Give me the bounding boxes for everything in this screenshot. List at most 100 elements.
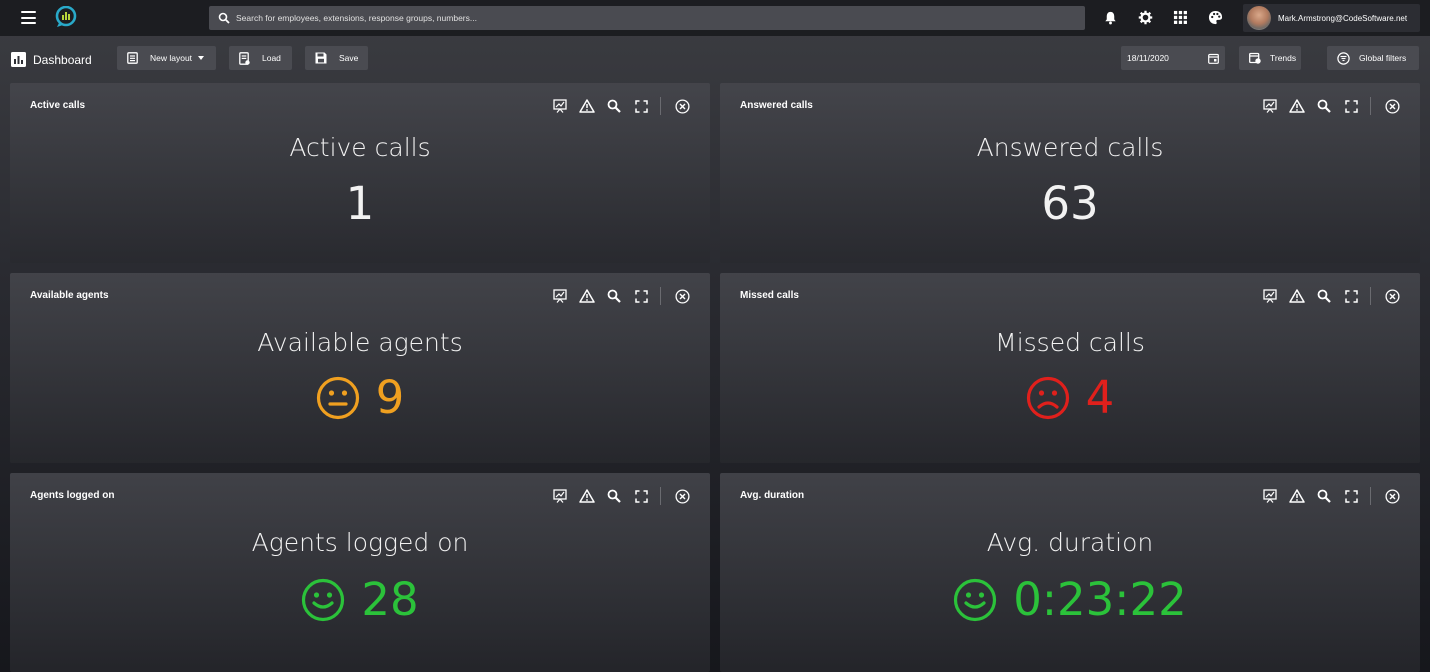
kpi-widget: Avg. duration Avg. duration 0:23:22 [720, 473, 1420, 672]
happy-face-icon [954, 578, 997, 621]
divider [1370, 487, 1371, 505]
load-label: Load [262, 53, 281, 63]
widget-actions [1251, 287, 1400, 305]
close-icon[interactable] [674, 98, 690, 114]
warning-icon[interactable] [1289, 98, 1305, 114]
new-layout-label: New layout [150, 53, 193, 63]
kpi-widget: Answered calls Answered calls 63 [720, 83, 1420, 263]
widget-value-row: 63 [720, 177, 1420, 230]
close-icon[interactable] [674, 288, 690, 304]
kpi-widget: Missed calls Missed calls 4 [720, 273, 1420, 463]
calendar-icon[interactable] [1208, 53, 1219, 64]
user-email: Mark.Armstrong@CodeSoftware.net [1278, 13, 1408, 23]
new-layout-button[interactable]: New layout [117, 46, 216, 70]
warning-icon[interactable] [579, 288, 595, 304]
widget-title: Agents logged on [251, 528, 469, 557]
apps-grid-icon[interactable] [1173, 10, 1188, 25]
widget-header: Answered calls [740, 100, 813, 111]
warning-icon[interactable] [579, 488, 595, 504]
close-icon[interactable] [674, 488, 690, 504]
widget-value: 9 [375, 371, 405, 424]
widget-value-row: 0:23:22 [720, 573, 1420, 626]
widget-value: 1 [345, 177, 375, 230]
widget-value-row: 4 [720, 371, 1420, 424]
date-field[interactable] [1127, 53, 1197, 63]
chart-settings-icon[interactable] [552, 288, 568, 304]
happy-face-icon [302, 578, 345, 621]
chart-settings-icon[interactable] [552, 98, 568, 114]
avatar [1247, 6, 1271, 30]
widget-actions [541, 287, 690, 305]
top-bar: Mark.Armstrong@CodeSoftware.net [0, 0, 1430, 36]
app-logo-icon[interactable] [55, 6, 77, 28]
chart-settings-icon[interactable] [552, 488, 568, 504]
close-icon[interactable] [1384, 98, 1400, 114]
widget-header: Missed calls [740, 290, 799, 301]
trends-label: Trends [1270, 53, 1297, 63]
trends-calendar-icon [1249, 52, 1261, 64]
trends-button[interactable]: Trends [1239, 46, 1301, 70]
divider [1370, 97, 1371, 115]
widget-title: Answered calls [976, 133, 1164, 162]
page-title: Dashboard [11, 52, 92, 67]
divider [660, 97, 661, 115]
sad-face-icon [1026, 376, 1069, 419]
layout-icon [127, 52, 138, 64]
search-icon[interactable] [606, 98, 622, 114]
warning-icon[interactable] [579, 98, 595, 114]
widget-actions [541, 97, 690, 115]
gear-icon[interactable] [1138, 10, 1153, 25]
fullscreen-icon[interactable] [1343, 98, 1359, 114]
date-picker[interactable] [1121, 46, 1225, 70]
widget-title: Active calls [289, 133, 431, 162]
fullscreen-icon[interactable] [633, 288, 649, 304]
search-input[interactable] [236, 13, 1056, 23]
widget-value: 28 [361, 573, 419, 626]
global-filters-label: Global filters [1359, 53, 1407, 63]
close-icon[interactable] [1384, 488, 1400, 504]
widget-value-row: 28 [10, 573, 710, 626]
search-icon[interactable] [1316, 288, 1332, 304]
widget-value: 4 [1085, 371, 1115, 424]
chart-settings-icon[interactable] [1262, 488, 1278, 504]
widget-header: Active calls [30, 100, 86, 111]
chevron-down-icon [198, 56, 205, 60]
kpi-widget: Available agents Available agents 9 [10, 273, 710, 463]
fullscreen-icon[interactable] [1343, 488, 1359, 504]
fullscreen-icon[interactable] [633, 98, 649, 114]
widget-value-row: 1 [10, 177, 710, 230]
warning-icon[interactable] [1289, 288, 1305, 304]
close-icon[interactable] [1384, 288, 1400, 304]
palette-icon[interactable] [1208, 10, 1223, 25]
search-icon[interactable] [1316, 488, 1332, 504]
save-button[interactable]: Save [305, 46, 368, 70]
page-title-label: Dashboard [33, 52, 92, 67]
widget-value-row: 9 [10, 371, 710, 424]
widget-header: Avg. duration [740, 490, 805, 501]
divider [1370, 287, 1371, 305]
search-icon[interactable] [1316, 98, 1332, 114]
global-filters-button[interactable]: Global filters [1327, 46, 1419, 70]
chart-settings-icon[interactable] [1262, 98, 1278, 114]
warning-icon[interactable] [1289, 488, 1305, 504]
widget-actions [1251, 97, 1400, 115]
kpi-widget: Agents logged on Agents logged on 28 [10, 473, 710, 672]
search-icon[interactable] [606, 488, 622, 504]
load-button[interactable]: Load [229, 46, 292, 70]
global-search [209, 6, 1085, 30]
search-icon[interactable] [606, 288, 622, 304]
fullscreen-icon[interactable] [1343, 288, 1359, 304]
bell-icon[interactable] [1103, 10, 1118, 25]
fullscreen-icon[interactable] [633, 488, 649, 504]
widget-title: Available agents [257, 328, 463, 357]
menu-icon[interactable] [21, 11, 36, 24]
widget-value: 63 [1041, 177, 1099, 230]
widget-title: Missed calls [995, 328, 1145, 357]
divider [660, 287, 661, 305]
save-floppy-icon [315, 52, 327, 64]
widget-actions [1251, 487, 1400, 505]
load-document-icon [239, 51, 250, 65]
user-menu[interactable]: Mark.Armstrong@CodeSoftware.net [1243, 4, 1420, 32]
chart-settings-icon[interactable] [1262, 288, 1278, 304]
neutral-face-icon [316, 376, 359, 419]
